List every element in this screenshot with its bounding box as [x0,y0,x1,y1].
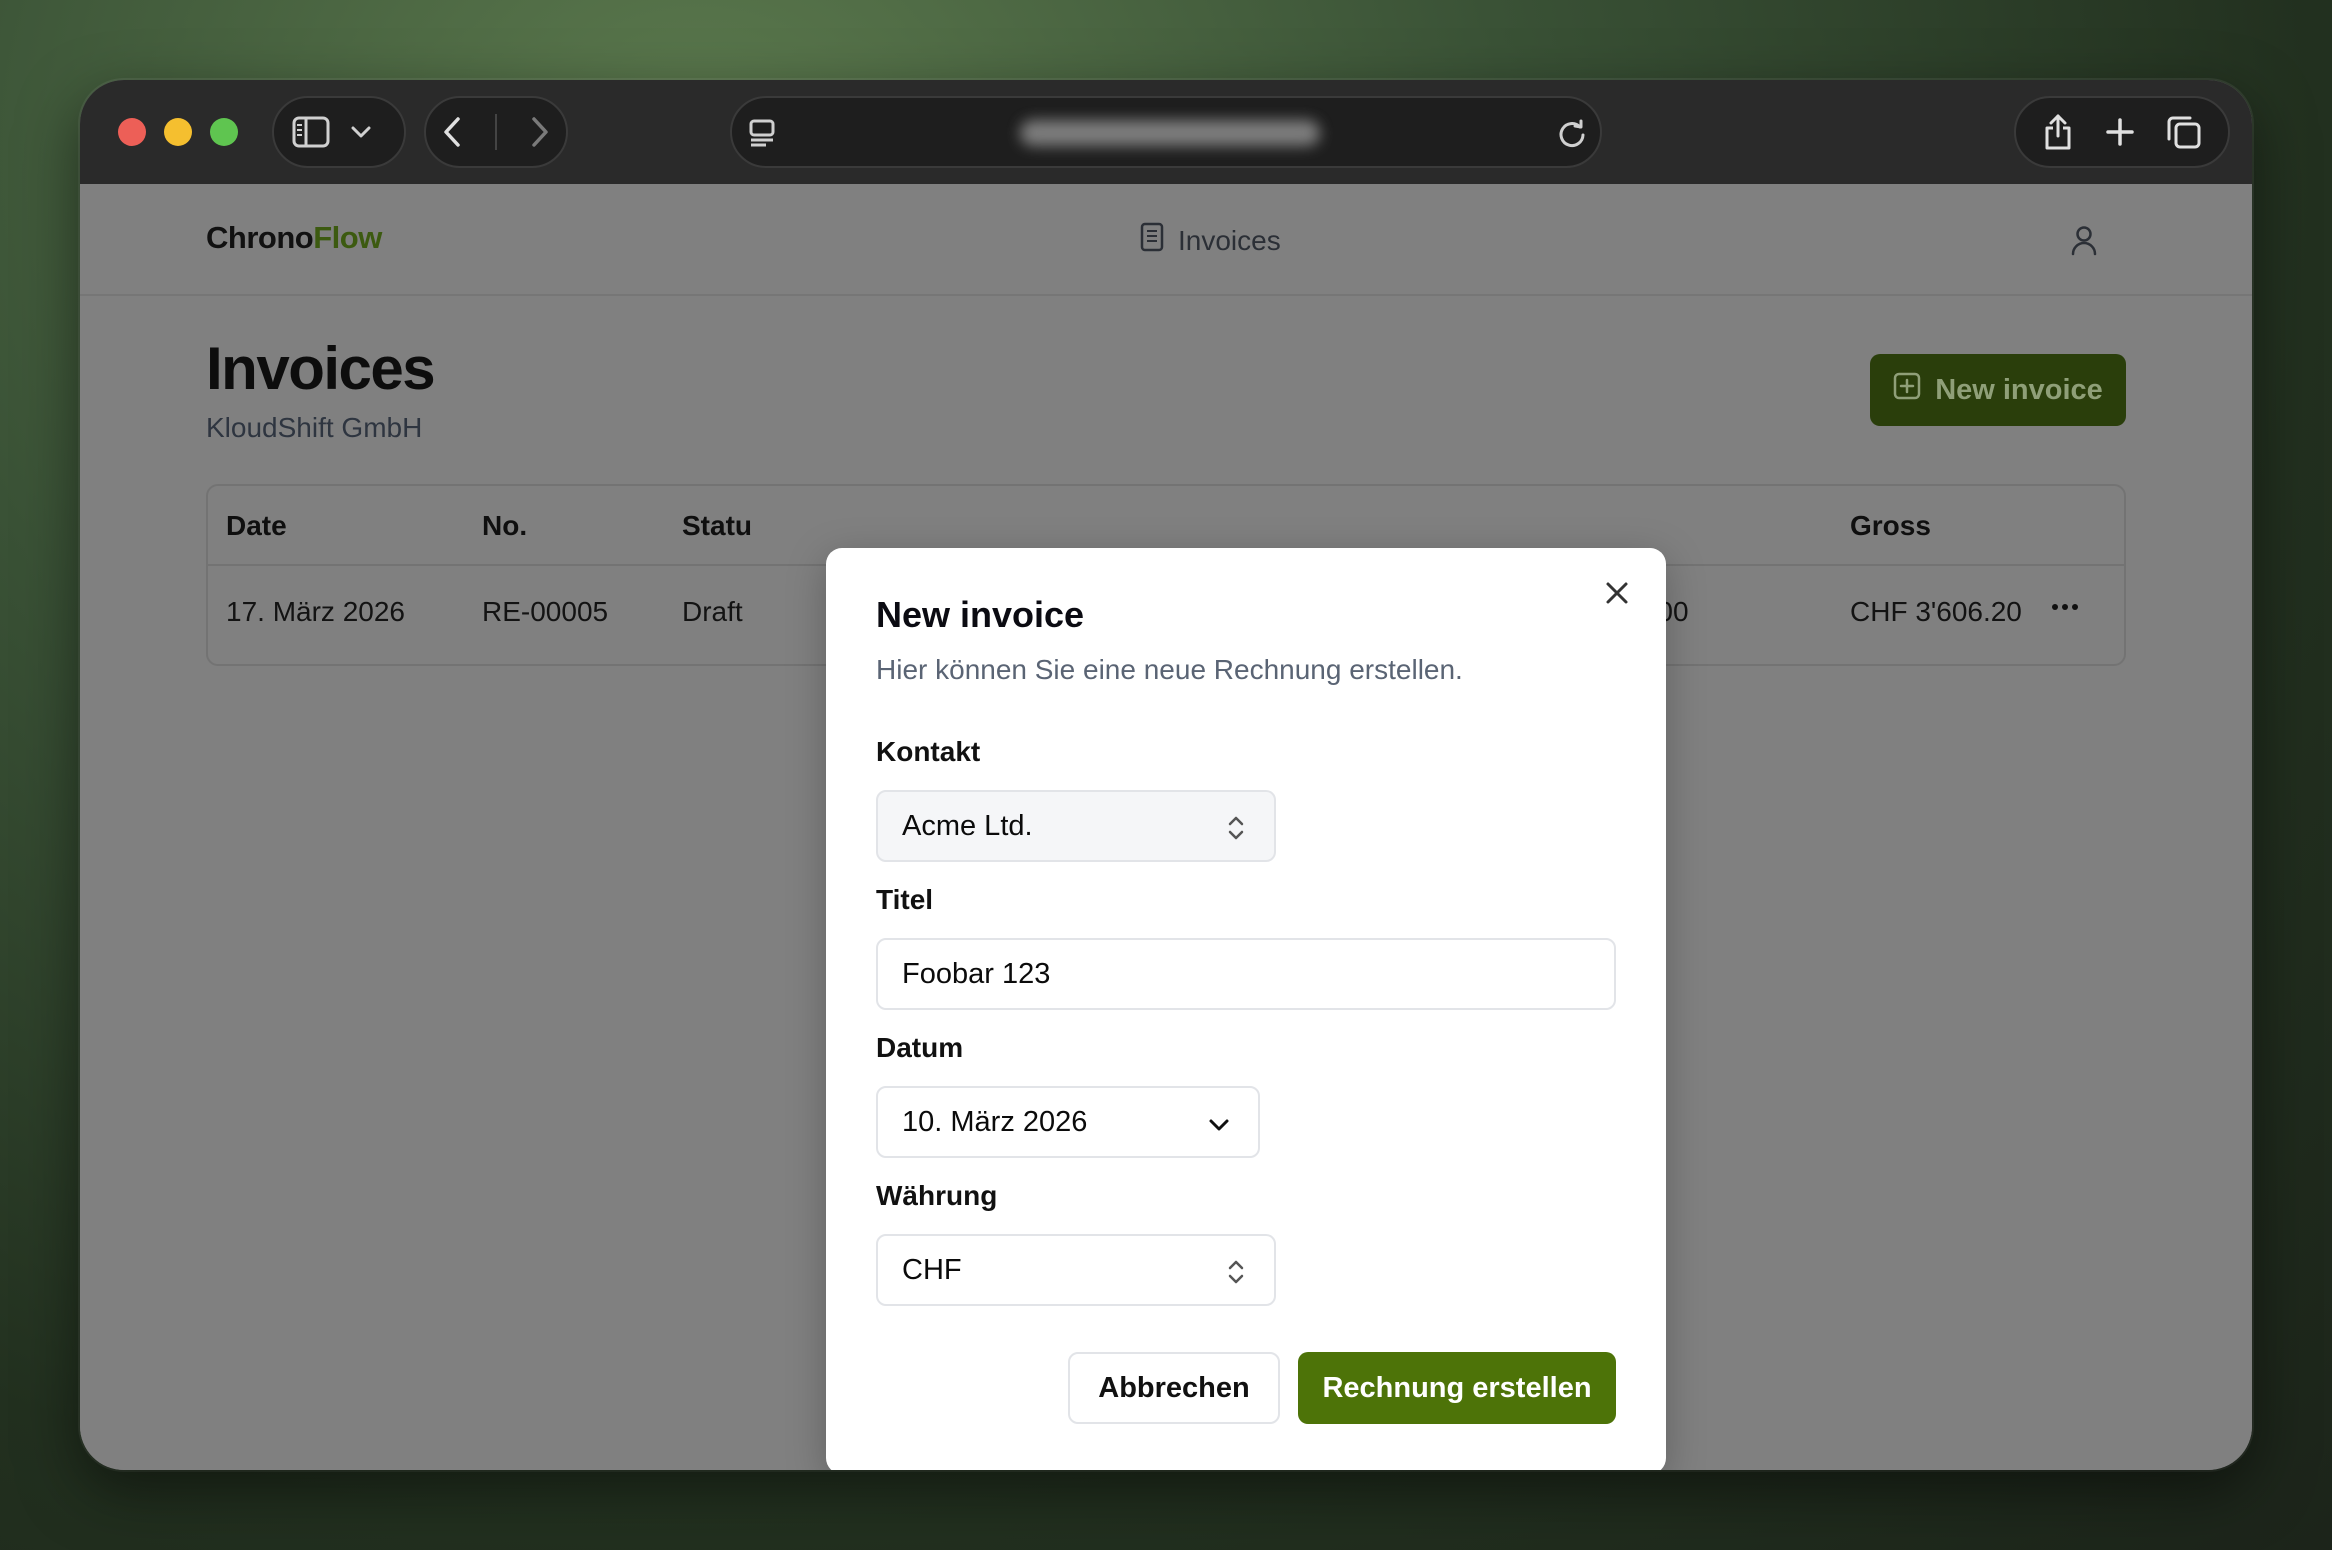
cell-gross: CHF 3'606.20 [1850,596,2022,627]
chevron-up-down-icon [1226,814,1246,850]
column-header-no[interactable]: No. [482,510,527,542]
browser-window: ChronoFlow Invoices Invoices KloudShift … [80,80,2252,1470]
currency-label: Währung [876,1180,998,1211]
close-icon[interactable] [1604,580,1630,611]
chevron-down-icon [1208,1112,1230,1145]
more-actions-icon[interactable] [2050,592,2080,627]
cell-date: 17. März 2026 [226,596,405,627]
browser-toolbar [80,80,2252,184]
cell-number: RE-00005 [482,596,609,627]
tabs-icon[interactable] [2166,114,2202,150]
logo-text-chrono: Chrono [206,220,314,255]
currency-select[interactable]: CHF [876,1234,1276,1306]
title-input-value: Foobar 123 [902,957,1051,990]
app-content: ChronoFlow Invoices Invoices KloudShift … [80,184,2252,1470]
page-title: Invoices [206,335,436,402]
contact-select-value: Acme Ltd. [902,809,1033,842]
reload-icon[interactable] [1556,118,1588,150]
dialog-description: Hier können Sie eine neue Rechnung erste… [876,654,1463,685]
sidebar-icon[interactable] [292,116,330,148]
title-label: Titel [876,884,934,915]
plus-square-icon [1893,372,1921,408]
new-invoice-label: New invoice [1935,373,2103,406]
reader-icon[interactable] [748,118,778,148]
cell-status: Draft [682,596,743,627]
user-icon[interactable] [2070,224,2098,261]
dialog-title: New invoice [876,594,1085,635]
contact-label: Kontakt [876,736,981,767]
create-invoice-button[interactable]: Rechnung erstellen [1298,1352,1616,1424]
address-bar[interactable] [730,96,1602,168]
nav-separator [494,114,497,150]
column-header-status[interactable]: Statu [682,510,752,542]
plus-icon[interactable] [2105,117,2135,147]
currency-select-value: CHF [902,1253,962,1286]
app-logo[interactable]: ChronoFlow [206,220,382,256]
date-label: Datum [876,1032,964,1063]
chevron-down-icon[interactable] [350,125,372,139]
new-invoice-dialog: New invoice Hier können Sie eine neue Re… [826,548,1666,1470]
back-icon[interactable] [442,116,462,148]
app-header: ChronoFlow Invoices [80,184,2252,296]
column-header-gross[interactable]: Gross [1850,510,1931,542]
history-nav-group [424,96,568,168]
cancel-button[interactable]: Abbrechen [1068,1352,1280,1424]
page-subtitle: KloudShift GmbH [206,412,423,443]
date-picker[interactable]: 10. März 2026 [876,1086,1260,1158]
share-icon[interactable] [2042,113,2074,151]
nav-item-label: Invoices [1178,224,1281,256]
sidebar-toggle-group[interactable] [272,96,406,168]
date-picker-value: 10. März 2026 [902,1105,1088,1138]
nav-item-invoices[interactable]: Invoices [1140,222,1281,259]
document-icon [1140,222,1164,259]
window-actions-group [2014,96,2230,168]
contact-select[interactable]: Acme Ltd. [876,790,1276,862]
close-window-button[interactable] [118,118,146,146]
column-header-date[interactable]: Date [226,510,287,542]
url-text-blurred [1020,120,1320,146]
title-input[interactable]: Foobar 123 [876,938,1616,1010]
new-invoice-button[interactable]: New invoice [1870,354,2126,426]
minimize-window-button[interactable] [164,118,192,146]
zoom-window-button[interactable] [210,118,238,146]
chevron-up-down-icon [1226,1258,1246,1294]
logo-text-flow: Flow [313,220,382,255]
forward-icon[interactable] [530,116,550,148]
